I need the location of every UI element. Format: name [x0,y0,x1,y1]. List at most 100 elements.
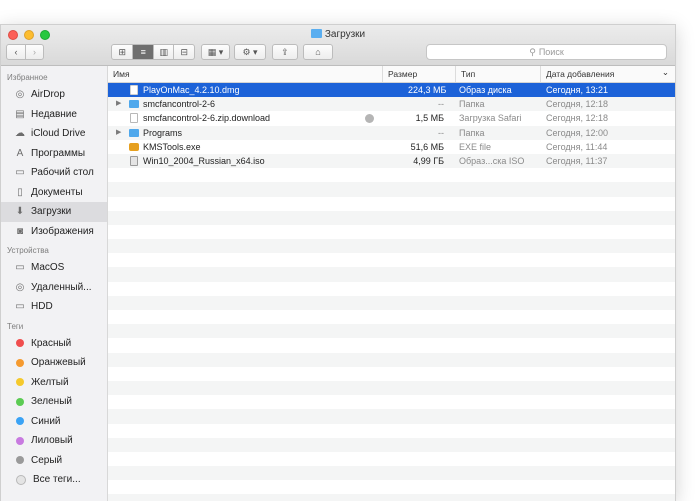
column-kind[interactable]: Тип [455,66,540,82]
back-button[interactable]: ‹ [7,45,25,59]
disclosure-triangle-icon[interactable]: ▶ [116,126,121,140]
sidebar-tag-item[interactable]: Серый [1,451,107,471]
gear-icon: ⚙ ▾ [242,46,258,57]
tag-color-dot-icon [16,397,24,406]
sidebar-tag-item[interactable]: Желтый [1,373,107,393]
column-date[interactable]: Дата добавления ⌄ [540,66,675,82]
column-size[interactable]: Размер [382,66,455,82]
file-size: 51,6 МБ [410,141,444,152]
table-row [108,282,675,296]
table-row[interactable]: ▶ smcfancontrol-2-6 -- Папка Сегодня, 12:18 [108,97,675,112]
folder-icon [129,128,139,137]
recents-icon: ▤ [15,108,25,120]
sidebar-item[interactable]: ◙ Изображения [1,222,107,242]
forward-button[interactable]: › [24,45,43,59]
sidebar-tag-label: Все теги... [33,474,81,486]
sidebar-tag-item[interactable]: Синий [1,412,107,432]
sidebar-item[interactable]: ⬇ Загрузки [1,202,107,222]
table-row [108,168,675,182]
chevron-left-icon: ‹ [14,47,18,57]
table-row [108,253,675,267]
sidebar-tag-item[interactable]: Лиловый [1,431,107,451]
sidebar-item[interactable]: ☁ iCloud Drive [1,124,107,144]
file-kind: Папка [459,99,485,110]
tag-color-dot-icon [16,378,24,387]
sidebar-tag-item[interactable]: Красный [1,334,107,354]
tags-button[interactable]: ⌂ [303,44,333,60]
column-name-label: Имя [113,69,130,79]
share-button[interactable]: ⇪ [272,44,298,60]
window-title-text: Загрузки [324,29,366,40]
table-row [108,494,675,501]
navigation-buttons: ‹ › [6,44,44,60]
sidebar-item-label: HDD [31,301,53,313]
table-row [108,225,675,239]
coverflow-view-button[interactable]: ⊟ [173,45,194,59]
sidebar-tag-item[interactable]: Оранжевый [1,353,107,373]
file-kind: Образ...ска ISO [459,155,525,166]
table-row [108,480,675,494]
icon-view-button[interactable]: ⊞ [112,45,132,59]
file-size: -- [438,99,444,110]
table-row[interactable]: PlayOnMac_4.2.10.dmg 224,3 МБ Образ диска С… [108,83,675,98]
exe-icon [129,142,139,151]
sidebar-tag-item[interactable]: Все теги... [1,470,107,490]
sidebar-item[interactable]: ▭ MacOS [1,258,107,278]
column-view-button[interactable]: ▥ [152,45,174,59]
file-kind: Образ диска [459,85,512,95]
table-row [108,367,675,381]
sidebar-section-devices: Устройства [7,246,49,255]
disk-icon: ▭ [15,301,25,313]
file-name: KMSTools.exe [143,141,201,152]
file-size: 224,3 МБ [408,85,447,95]
sidebar-item[interactable]: ▭ Рабочий стол [1,163,107,183]
pictures-icon: ◙ [16,225,24,237]
sidebar-item[interactable]: ◎ AirDrop [1,85,107,105]
table-row [108,352,675,367]
table-row[interactable]: KMSTools.exe 51,6 МБ EXE file Сегодня, 11:4… [108,140,675,154]
table-row [108,310,675,324]
window-title: Загрузки [1,29,675,40]
sidebar-item[interactable]: ▤ Недавние [1,105,107,125]
arrange-icon: ▦ ▾ [207,46,224,57]
file-size: 4,99 ГБ [413,155,444,166]
sidebar-item[interactable]: ▯ Документы [1,183,107,203]
iso-icon [130,155,138,166]
sidebar-tag-label: Желтый [31,376,69,388]
sidebar-item-label: iCloud Drive [31,128,86,140]
search-placeholder: Поиск [538,47,564,57]
sidebar-tag-label: Зеленый [31,396,72,408]
sidebar-section-tags: Теги [7,321,24,331]
table-row[interactable]: ▶ Programs -- Папка Сегодня, 12:00 [108,125,675,140]
tag-color-dot-icon [16,358,24,367]
table-row[interactable]: smcfancontrol-2-6.zip.download 1,5 МБ Загр… [108,111,675,125]
sidebar-tag-item[interactable]: Зеленый [1,392,107,412]
list-view-button[interactable]: ≡ [132,45,153,59]
file-date: Сегодня, 13:21 [546,85,609,95]
arrange-button[interactable]: ▦ ▾ [201,44,230,60]
sidebar-item[interactable]: ◎ Удаленный... [1,278,107,298]
sidebar-item[interactable]: ▭ HDD [1,297,107,317]
applications-icon: A [16,147,24,159]
file-kind: Папка [459,127,485,138]
view-switcher: ⊞ ≡ ▥ ⊟ [111,44,195,60]
action-button[interactable]: ⚙ ▾ [234,44,266,60]
column-kind-label: Тип [461,69,476,79]
tag-color-dot-icon [16,456,24,465]
file-date: Сегодня, 11:44 [546,141,608,152]
desktop-icon: ▭ [15,167,25,179]
table-row [108,380,675,396]
column-name[interactable]: Имя [108,66,382,82]
search-input[interactable]: ⚲ Поиск [426,44,667,60]
sidebar: Избранное ◎ AirDrop ▤ Недавние ☁ iCloud Drive… [1,66,108,501]
tag-color-dot-icon [16,339,24,348]
disclosure-triangle-icon[interactable]: ▶ [116,97,121,111]
table-row[interactable]: Win10_2004_Russian_x64.iso 4,99 ГБ Образ..… [108,153,675,169]
sidebar-item[interactable]: A Программы [1,144,107,164]
file-date: Сегодня, 11:37 [546,155,608,166]
tag-color-dot-icon [16,417,24,426]
table-row [108,395,675,409]
table-row [108,466,675,481]
remote-disc-icon: ◎ [15,281,25,293]
file-name: smcfancontrol-2-6.zip.download [143,113,271,124]
